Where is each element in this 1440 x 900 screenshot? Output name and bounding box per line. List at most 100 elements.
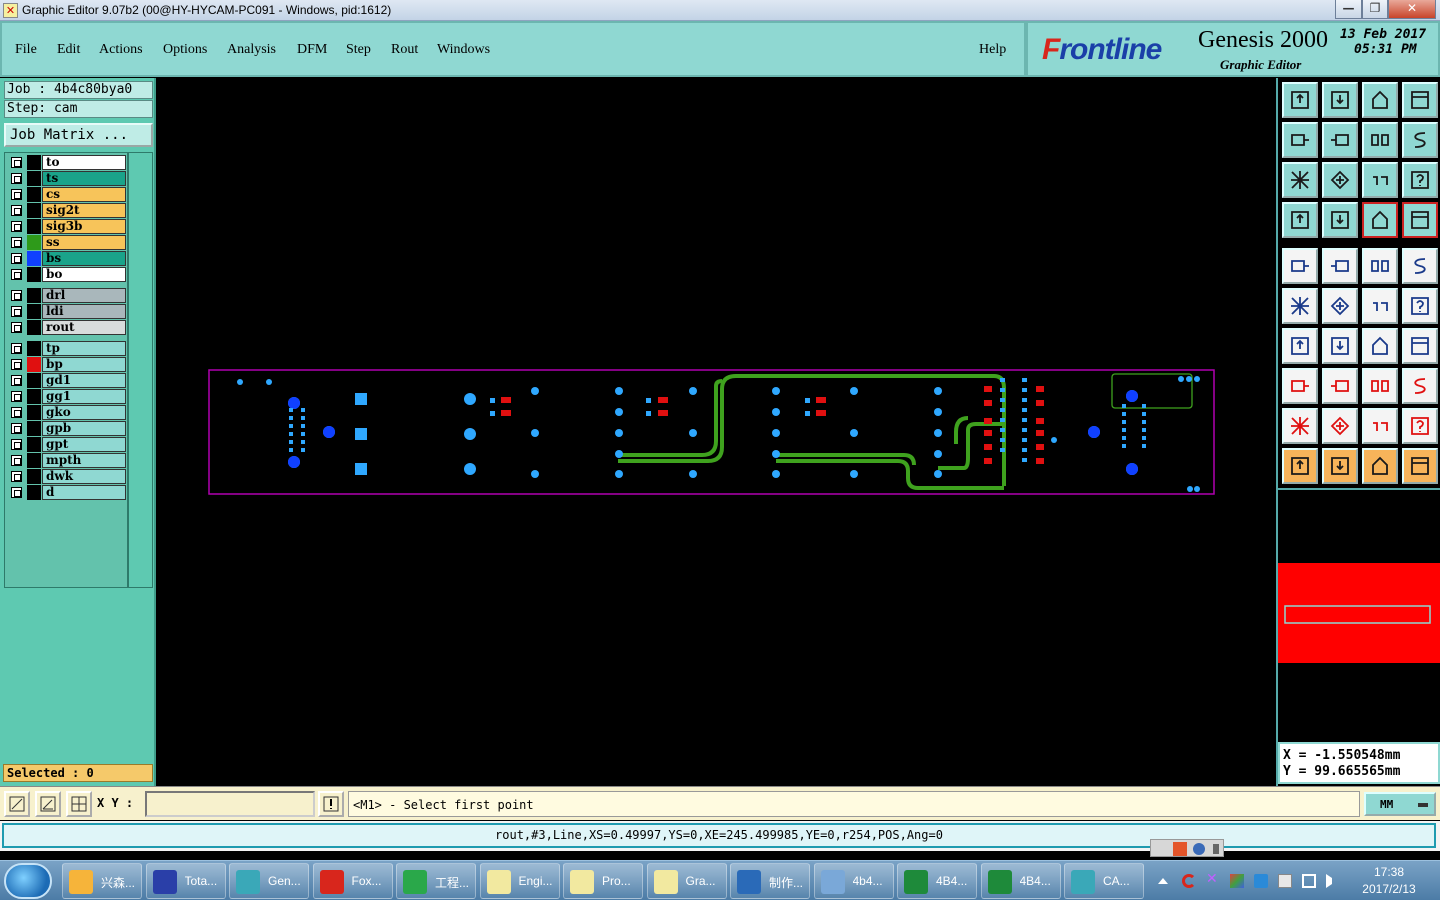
layer-row-cs[interactable]: cs — [8, 187, 126, 202]
layer-checkbox[interactable] — [11, 455, 22, 466]
maximize-button[interactable]: ❐ — [1362, 0, 1388, 19]
menu-rout[interactable]: Rout — [391, 42, 418, 58]
layer-row-rout[interactable]: rout — [8, 320, 126, 335]
mirror-button[interactable] — [1402, 328, 1438, 364]
layer-checkbox[interactable] — [11, 306, 22, 317]
ime-toolbar[interactable] — [1150, 839, 1224, 857]
net-button[interactable] — [1402, 448, 1438, 484]
layer-checkbox[interactable] — [11, 269, 22, 280]
zoom-button[interactable] — [1322, 162, 1358, 198]
transform-button[interactable] — [1402, 408, 1438, 444]
pad-button[interactable] — [1282, 248, 1318, 284]
layer-color-swatch[interactable] — [27, 341, 41, 356]
layer-checkbox[interactable] — [11, 359, 22, 370]
menu-help[interactable]: Help — [979, 42, 1006, 58]
layer-name[interactable]: gd1 — [42, 373, 126, 388]
layer-row-bs[interactable]: bs — [8, 251, 126, 266]
layer-checkbox[interactable] — [11, 237, 22, 248]
layer-name[interactable]: gpt — [42, 437, 126, 452]
start-button[interactable] — [4, 863, 52, 899]
layer-checkbox[interactable] — [11, 189, 22, 200]
layer-color-swatch[interactable] — [27, 389, 41, 404]
layer-checkbox[interactable] — [11, 423, 22, 434]
layer-name[interactable]: bo — [42, 267, 126, 282]
job-matrix-button[interactable]: Job Matrix ... — [4, 123, 153, 147]
measure-button[interactable] — [1282, 202, 1318, 238]
layer-name[interactable]: gg1 — [42, 389, 126, 404]
taskbar-item[interactable]: 4B4... — [980, 863, 1061, 899]
layer-checkbox[interactable] — [11, 157, 22, 168]
layer-checkbox[interactable] — [11, 253, 22, 264]
layer-name[interactable]: d — [42, 485, 126, 500]
layer-name[interactable]: ts — [42, 171, 126, 186]
line-button[interactable] — [1362, 288, 1398, 324]
layer-checkbox[interactable] — [11, 221, 22, 232]
redraw-button[interactable] — [1402, 122, 1438, 158]
taskbar-item[interactable]: Engi... — [479, 863, 560, 899]
warning-button[interactable] — [318, 791, 344, 817]
taskbar-item[interactable]: Pro... — [563, 863, 643, 899]
layer-name[interactable]: drl — [42, 288, 126, 303]
layer-name[interactable]: ldi — [42, 304, 126, 319]
center-button[interactable] — [1362, 368, 1398, 404]
layer-name[interactable]: sig3b — [42, 219, 126, 234]
color-tray-icon[interactable] — [1230, 874, 1244, 888]
arc-button[interactable] — [1402, 288, 1438, 324]
layer-color-swatch[interactable] — [27, 469, 41, 484]
layer-row-ts[interactable]: ts — [8, 171, 126, 186]
angle-button[interactable] — [1282, 328, 1318, 364]
layer-color-swatch[interactable] — [27, 187, 41, 202]
layer-color-swatch[interactable] — [27, 357, 41, 372]
menu-actions[interactable]: Actions — [99, 42, 143, 58]
menu-file[interactable]: File — [15, 42, 37, 58]
pick-button[interactable] — [1362, 448, 1398, 484]
arrow-up-button[interactable] — [1362, 408, 1398, 444]
layer-row-gpt[interactable]: gpt — [8, 437, 126, 452]
layer-color-swatch[interactable] — [27, 288, 41, 303]
layer-row-dwk[interactable]: dwk — [8, 469, 126, 484]
app-tray-icon[interactable] — [1182, 874, 1196, 888]
move-button[interactable] — [1282, 368, 1318, 404]
taskbar-item[interactable]: 兴森... — [62, 863, 142, 899]
layer-name[interactable]: dwk — [42, 469, 126, 484]
pointer-button[interactable] — [1282, 448, 1318, 484]
slope-button[interactable] — [1322, 328, 1358, 364]
layer-name[interactable]: gpb — [42, 421, 126, 436]
layer-color-swatch[interactable] — [27, 373, 41, 388]
layer-row-mpth[interactable]: mpth — [8, 453, 126, 468]
layer-row-bp[interactable]: bp — [8, 357, 126, 372]
grid-mode-button[interactable] — [66, 791, 92, 817]
layer-name[interactable]: cs — [42, 187, 126, 202]
graphic-control-button[interactable] — [1362, 202, 1398, 238]
layer-row-d[interactable]: d — [8, 485, 126, 500]
layer-row-gd1[interactable]: gd1 — [8, 373, 126, 388]
layer-color-swatch[interactable] — [27, 171, 41, 186]
curve-button[interactable] — [1362, 328, 1398, 364]
taskbar-item[interactable]: Fox... — [312, 863, 393, 899]
layer-color-swatch[interactable] — [27, 320, 41, 335]
layer-name[interactable]: rout — [42, 320, 126, 335]
delete-button[interactable] — [1322, 368, 1358, 404]
bluetooth-icon[interactable] — [1254, 874, 1268, 888]
graphic-canvas[interactable] — [156, 78, 1276, 786]
layer-row-sig2t[interactable]: sig2t — [8, 203, 126, 218]
layer-row-ss[interactable]: ss — [8, 235, 126, 250]
layer-color-swatch[interactable] — [27, 421, 41, 436]
layer-checkbox[interactable] — [11, 205, 22, 216]
taskbar-item[interactable]: Tota... — [145, 863, 226, 899]
window-button[interactable] — [1402, 82, 1438, 118]
volume-icon[interactable] — [1326, 874, 1332, 888]
layer-row-to[interactable]: to — [8, 155, 126, 170]
pan-left-button[interactable] — [1282, 122, 1318, 158]
taskbar-item[interactable]: Gen... — [229, 863, 309, 899]
flag-icon[interactable] — [1278, 874, 1292, 888]
flip-button[interactable] — [1362, 122, 1398, 158]
layer-row-drl[interactable]: drl — [8, 288, 126, 303]
menu-options[interactable]: Options — [163, 42, 207, 58]
layer-name[interactable]: mpth — [42, 453, 126, 468]
network-icon[interactable] — [1302, 874, 1316, 888]
layer-name[interactable]: tp — [42, 341, 126, 356]
layer-name[interactable]: bp — [42, 357, 126, 372]
layer-name[interactable]: bs — [42, 251, 126, 266]
x-tray-icon[interactable]: ✕ — [1206, 871, 1220, 887]
